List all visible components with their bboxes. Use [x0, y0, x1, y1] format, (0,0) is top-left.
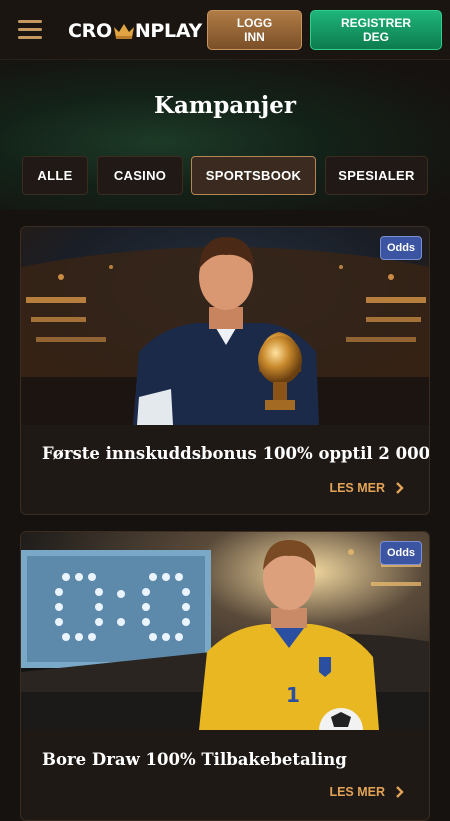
- login-label: LOGG INN: [236, 16, 273, 44]
- promotion-title: Bore Draw 100% Tilbakebetaling: [42, 750, 347, 769]
- odds-badge: Odds: [380, 236, 422, 260]
- top-bar: CRO NPLAY LOGG INN REGISTRER DEG: [0, 0, 450, 60]
- tab-spesialer[interactable]: SPESIALER: [325, 156, 428, 195]
- tab-sportsbook[interactable]: SPORTSBOOK: [191, 156, 316, 195]
- tab-label: SPESIALER: [338, 168, 415, 183]
- tab-label: CASINO: [113, 168, 167, 183]
- promotion-card[interactable]: 1 Odds Bore Draw 100% Tilbakebetaling LE…: [20, 531, 430, 821]
- svg-text:1: 1: [286, 683, 300, 707]
- read-more-link[interactable]: LES MER: [329, 481, 407, 495]
- chevron-right-icon: [396, 786, 404, 798]
- crownplay-logo[interactable]: CRO NPLAY: [68, 19, 202, 43]
- tab-alle[interactable]: ALLE: [22, 156, 88, 195]
- logo-text-left: CRO: [68, 20, 112, 42]
- promotion-card[interactable]: Odds Første innskuddsbonus 100% opptil 2…: [20, 226, 430, 515]
- odds-badge: Odds: [380, 541, 422, 565]
- crown-icon: [113, 24, 134, 39]
- logo-text-right: NPLAY: [134, 20, 202, 42]
- tab-label: ALLE: [37, 168, 73, 183]
- read-more-label: LES MER: [329, 481, 385, 495]
- promotion-image: 1 Odds: [21, 532, 429, 730]
- menu-icon[interactable]: [18, 20, 42, 40]
- promotion-image: Odds: [21, 227, 429, 425]
- page-title: Kampanjer: [153, 92, 296, 119]
- read-more-link[interactable]: LES MER: [329, 785, 407, 799]
- register-label: REGISTRER DEG: [340, 16, 411, 44]
- chevron-right-icon: [396, 482, 404, 494]
- tab-label: SPORTSBOOK: [205, 168, 302, 183]
- read-more-label: LES MER: [329, 785, 385, 799]
- promotion-title: Første innskuddsbonus 100% opptil 2 000 …: [42, 444, 430, 463]
- register-button[interactable]: REGISTRER DEG: [310, 10, 442, 50]
- tab-casino[interactable]: CASINO: [97, 156, 183, 195]
- login-button[interactable]: LOGG INN: [207, 10, 302, 50]
